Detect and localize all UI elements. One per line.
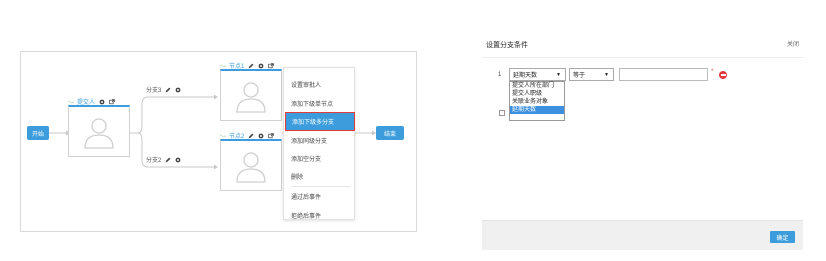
submitter-node[interactable] — [68, 105, 130, 157]
node-context-menu: 设置审批人 添加下级单节点 添加下级多分支 添加同级分支 添加空分支 删除 通过… — [283, 67, 355, 220]
gear-icon[interactable] — [257, 132, 264, 139]
user-avatar-icon — [84, 117, 114, 149]
branch2-label: 分支2 — [146, 155, 181, 164]
dialog-title: 设置分支条件 — [486, 42, 528, 49]
operator-select[interactable]: 等于 ▼ — [569, 68, 614, 81]
external-link-icon[interactable] — [267, 62, 274, 69]
external-link-icon[interactable] — [267, 132, 274, 139]
start-node[interactable]: 开始 — [27, 126, 49, 140]
field-option[interactable]: 提交人职级 — [510, 90, 564, 98]
gear-icon[interactable] — [257, 62, 264, 69]
branch2-text: 分支2 — [146, 158, 162, 164]
pencil-icon[interactable] — [247, 132, 254, 139]
gear-icon[interactable] — [174, 156, 181, 163]
field-option[interactable]: 关联业务对象 — [510, 98, 564, 106]
close-button[interactable]: 关闭 — [787, 39, 799, 48]
flow-arrow-icon: -→ — [68, 98, 75, 105]
field-option-selected[interactable]: 延期天数 — [510, 106, 564, 114]
menu-item-add-empty-branch[interactable]: 添加空分支 — [284, 149, 356, 168]
external-link-icon[interactable] — [108, 98, 115, 105]
caret-down-icon: ▼ — [556, 72, 561, 78]
field-option[interactable]: 提交人所在部门 — [510, 82, 564, 90]
menu-item-set-approver[interactable]: 设置审批人 — [284, 75, 356, 94]
user-avatar-icon — [236, 81, 266, 113]
pencil-icon[interactable] — [247, 62, 254, 69]
menu-item-delete[interactable]: 删除 — [284, 167, 356, 186]
pencil-icon[interactable] — [164, 86, 171, 93]
required-marker: * — [711, 69, 714, 75]
menu-item-add-single-node[interactable]: 添加下级单节点 — [284, 94, 356, 113]
minus-circle-icon[interactable] — [719, 71, 727, 79]
field-select-value: 延期天数 — [513, 73, 538, 79]
node2[interactable] — [220, 139, 282, 191]
gear-icon[interactable] — [98, 98, 105, 105]
branch3-label: 分支3 — [146, 85, 181, 94]
condition-checkbox[interactable] — [499, 110, 505, 116]
caret-down-icon: ▼ — [604, 72, 609, 78]
dialog-divider — [482, 57, 803, 58]
pencil-icon[interactable] — [164, 156, 171, 163]
gear-icon[interactable] — [174, 86, 181, 93]
field-options-dropdown: 提交人所在部门 提交人职级 关联业务对象 延期天数 — [509, 81, 565, 121]
flow-arrow-icon: -→ — [220, 62, 227, 69]
flow-arrow-icon: -→ — [220, 132, 227, 139]
field-select[interactable]: 延期天数 ▼ — [509, 68, 566, 81]
user-avatar-icon — [236, 151, 266, 183]
menu-item-add-sibling-branch[interactable]: 添加同级分支 — [284, 131, 356, 150]
condition-value-input[interactable] — [619, 68, 708, 81]
node1[interactable] — [220, 69, 282, 121]
confirm-button[interactable]: 确定 — [770, 231, 795, 243]
branch3-text: 分支3 — [146, 88, 162, 94]
dialog-footer: 确定 — [482, 220, 803, 250]
operator-select-value: 等于 — [573, 73, 586, 79]
condition-row-number: 1 — [498, 72, 502, 78]
branch-condition-dialog: 设置分支条件 关闭 1 延期天数 ▼ 等于 ▼ * 提交人所在部门 提交人职级 … — [482, 28, 803, 250]
menu-item-on-approve-event[interactable]: 通过后事件 — [284, 187, 356, 206]
end-node[interactable]: 结束 — [376, 126, 404, 140]
menu-item-add-multi-branch[interactable]: 添加下级多分支 — [285, 112, 355, 131]
menu-item-on-reject-event[interactable]: 拒绝后事件 — [284, 206, 356, 225]
